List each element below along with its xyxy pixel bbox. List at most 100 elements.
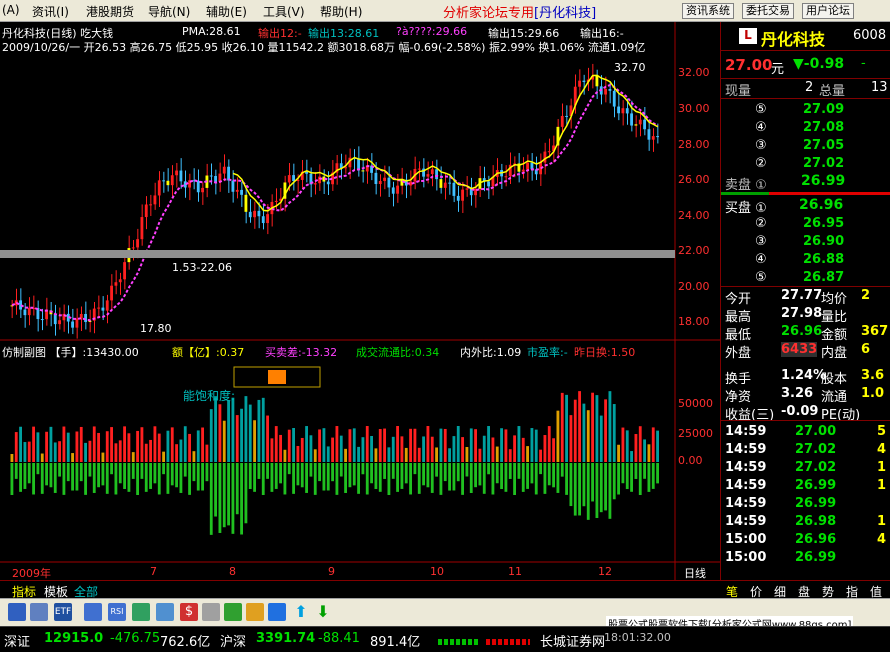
volume-bar [400, 436, 404, 462]
volume-bar-neg [482, 463, 486, 494]
menu-news[interactable]: 资讯(I) [32, 3, 69, 20]
candle-body [166, 180, 170, 186]
volume-bar [283, 449, 287, 462]
menu-help[interactable]: 帮助(H) [320, 3, 362, 20]
volume-bar [36, 432, 40, 462]
tick-price: 27.00 [795, 424, 837, 439]
volume-bar-neg [248, 463, 252, 489]
candle-body [643, 119, 646, 130]
chart-area[interactable]: 丹化科技(日线) 吃大钱 PMA:28.61 输出12:- 输出13:28.61… [0, 22, 720, 580]
candle-body [45, 310, 48, 320]
trade-button[interactable]: 委托交易 [742, 3, 794, 19]
candle-body [608, 89, 612, 91]
tick-vol: 1 [877, 460, 887, 475]
volume-bar [539, 449, 542, 462]
grid-icon[interactable] [132, 603, 150, 621]
home-icon[interactable] [8, 603, 26, 621]
volume-bar-neg [383, 463, 386, 479]
volume-bar [504, 429, 508, 462]
candle-body [123, 262, 126, 280]
volume-bar-neg [448, 463, 451, 491]
pencil-icon[interactable] [246, 603, 264, 621]
volume-bar-neg [591, 463, 594, 502]
candle-body [196, 180, 200, 193]
volume-bar-neg [305, 463, 308, 493]
volume-bar-neg [300, 463, 304, 488]
candle-body [58, 320, 61, 325]
dollar-icon[interactable]: $ [180, 603, 198, 621]
window-icon[interactable] [156, 603, 174, 621]
tick-vol: 4 [877, 442, 887, 457]
volume-bar [27, 441, 31, 462]
stat-value: 1.24% [781, 368, 827, 383]
menu-navigate[interactable]: 导航(N) [148, 3, 190, 20]
etf-icon[interactable]: ETF [54, 603, 72, 621]
vol-header-a: 仿制副图 【手】:13430.00 [2, 346, 139, 359]
volume-bar [88, 440, 92, 462]
candle-body [105, 300, 109, 311]
tools-icon[interactable] [202, 603, 220, 621]
candle-body [118, 279, 122, 283]
volume-bar-neg [266, 463, 269, 479]
volume-bar [75, 431, 79, 462]
arrow-up-icon[interactable]: ⬆ [292, 603, 310, 621]
candle-body [149, 204, 152, 206]
volume-bar-neg [387, 463, 391, 495]
volume-bar [513, 435, 516, 462]
volume-bar-neg [313, 463, 317, 495]
tick-time: 14:59 [725, 424, 767, 439]
monitor-icon[interactable] [30, 603, 48, 621]
kline-chart-svg[interactable] [0, 22, 720, 580]
volume-bar-neg [144, 463, 148, 492]
news-system-button[interactable]: 资讯系统 [682, 3, 734, 19]
move-icon[interactable] [268, 603, 286, 621]
volume-bar [339, 435, 343, 462]
tick-time: 15:00 [725, 550, 767, 565]
arrow-down-icon[interactable]: ⬇ [314, 603, 332, 621]
stat-value: 27.98 [781, 306, 823, 321]
candle-body [521, 169, 525, 172]
volume-bar [218, 404, 222, 462]
volume-bar-neg [599, 463, 603, 513]
volume-bar-neg [62, 463, 66, 495]
volume-bar [274, 426, 278, 462]
candle-body [617, 106, 620, 114]
volume-bar-neg [357, 463, 360, 494]
annot-low: 17.80 [140, 322, 172, 335]
candle-body [244, 194, 248, 212]
volume-bar-neg [474, 463, 477, 488]
volume-bar-neg [543, 463, 547, 494]
volume-bar-neg [417, 463, 421, 494]
sell-level-icon: ⑤ [755, 102, 767, 117]
volume-bar-neg [617, 463, 620, 495]
forum-button[interactable]: 用户论坛 [802, 3, 854, 19]
volume-bar-neg [66, 463, 70, 482]
volume-bar [396, 426, 399, 462]
price-tick: 24.00 [678, 209, 710, 222]
volume-bar [643, 439, 646, 462]
volume-bar [647, 444, 651, 462]
period-label[interactable]: 日线 [684, 565, 706, 581]
volume-bar-neg [608, 463, 612, 519]
candle-body [227, 166, 230, 181]
export-icon[interactable] [224, 603, 242, 621]
volume-bar [326, 446, 330, 462]
volume-bar [162, 451, 165, 462]
volume-bar [617, 444, 620, 462]
menu-tools[interactable]: 工具(V) [263, 3, 305, 20]
volume-bar [118, 440, 122, 462]
menu-hk-futures[interactable]: 港股期货 [86, 3, 134, 20]
app-menu-icon[interactable]: (A) [2, 3, 20, 17]
rsi-icon[interactable]: RSI [108, 603, 126, 621]
annot-high: 32.70 [614, 61, 646, 74]
volume-bar [595, 395, 599, 462]
volume-bar-neg [647, 463, 651, 492]
volume-bar [66, 432, 70, 462]
menu-assist[interactable]: 辅助(E) [206, 3, 247, 20]
volume-bar [591, 392, 594, 462]
volume-bar-neg [140, 463, 144, 479]
volume-bar [170, 427, 174, 462]
candle-body [131, 247, 135, 249]
volume-bar [322, 428, 326, 462]
line-chart-icon[interactable] [84, 603, 102, 621]
